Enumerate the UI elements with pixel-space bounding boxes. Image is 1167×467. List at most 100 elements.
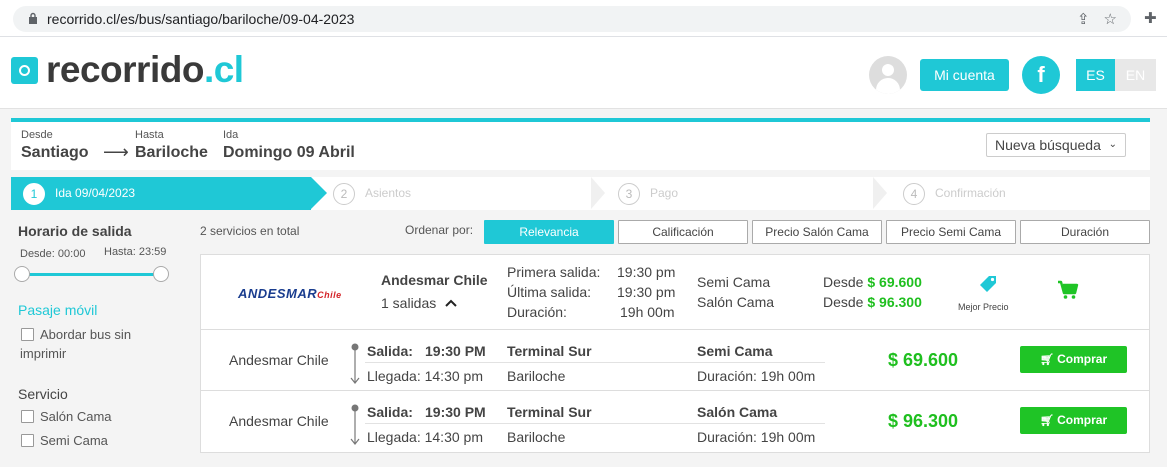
- url-text: recorrido.cl/es/bus/santiago/bariloche/0…: [47, 11, 355, 27]
- trip-duration: Duración: 19h 00m: [697, 429, 816, 445]
- departures-toggle[interactable]: 1 salidas: [381, 295, 457, 313]
- step-separator: [873, 177, 887, 209]
- destination: Bariloche: [507, 429, 566, 445]
- buy-label: Comprar: [1057, 413, 1108, 427]
- first-departure-label: Primera salida:: [507, 264, 601, 280]
- first-departure-value: 19:30 pm: [617, 264, 676, 280]
- step-number: 3: [618, 182, 640, 205]
- origin-terminal: Terminal Sur: [507, 343, 592, 359]
- departure-time-title: Horario de salida: [18, 223, 132, 239]
- sort-rating-button[interactable]: Calificación: [618, 220, 748, 244]
- last-departure-value: 19:30 pm: [617, 284, 676, 300]
- class-salon-cama: Salón Cama: [697, 294, 775, 310]
- duration-value: 19h 00m: [620, 304, 675, 320]
- salon-cama-label: Salón Cama: [40, 409, 112, 424]
- star-icon[interactable]: ☆: [1104, 10, 1117, 28]
- to-value: Bariloche: [135, 144, 208, 161]
- step-label: Asientos: [365, 186, 412, 200]
- logo-tld: .cl: [203, 49, 244, 90]
- from-value: Santiago: [21, 144, 89, 161]
- step-2: 2 Asientos: [333, 177, 411, 210]
- buy-button[interactable]: 🛒︎ Comprar: [1020, 407, 1127, 434]
- step-label: Ida 09/04/2023: [55, 186, 136, 200]
- from-label: Desde: [21, 129, 53, 141]
- step-number: 1: [23, 182, 45, 205]
- date-label: Ida: [223, 129, 239, 141]
- mobile-ticket-checkbox[interactable]: [21, 328, 34, 341]
- step-3: 3 Pago: [618, 177, 678, 210]
- from-prefix: Desde: [823, 294, 864, 310]
- arrive-text: Llegada: 14:30 pm: [367, 368, 483, 384]
- row-divider: [201, 390, 1149, 391]
- browser-toolbar: recorrido.cl/es/bus/santiago/bariloche/0…: [0, 0, 1167, 37]
- step-4: 4 Confirmación: [903, 177, 1006, 210]
- site-logo[interactable]: recorrido.cl: [46, 49, 244, 91]
- arrow-right-icon: ⟶: [103, 142, 129, 162]
- avatar[interactable]: [869, 56, 907, 94]
- logo-main: recorrido: [46, 49, 204, 90]
- time-slider-max-handle[interactable]: [153, 266, 169, 282]
- duration-label: Duración:: [507, 304, 567, 320]
- origin-terminal: Terminal Sur: [507, 404, 592, 420]
- my-account-button[interactable]: Mi cuenta: [920, 59, 1009, 91]
- sort-relevance-button[interactable]: Relevancia: [484, 220, 614, 244]
- depart-time: 19:30 PM: [425, 343, 486, 359]
- price-tag-icon: [980, 276, 996, 292]
- mobile-ticket-title: Pasaje móvil: [18, 302, 98, 318]
- price-semi-cama: $ 69.600: [867, 274, 922, 290]
- trip-price: $ 69.600: [888, 350, 959, 370]
- new-search-select[interactable]: Nueva búsqueda ⌄: [986, 133, 1126, 157]
- time-to-label: Hasta: 23:59: [104, 246, 167, 258]
- trip-company: Andesmar Chile: [229, 413, 329, 429]
- buy-label: Comprar: [1057, 352, 1108, 366]
- company-logo-text: ANDESMAR: [238, 286, 318, 301]
- sort-duration-button[interactable]: Duración: [1020, 220, 1150, 244]
- company-logo-suffix: Chile: [317, 290, 342, 300]
- facebook-icon[interactable]: f: [1022, 56, 1060, 94]
- depart-label: Salida:: [367, 343, 413, 359]
- semi-cama-checkbox[interactable]: [21, 434, 34, 447]
- results-panel: ANDESMARChile Andesmar Chile 1 salidas P…: [200, 254, 1150, 453]
- timeline-icon: [350, 343, 360, 384]
- new-search-label: Nueva búsqueda: [995, 137, 1101, 153]
- cart-icon: 🛒︎: [1039, 354, 1054, 366]
- destination: Bariloche: [507, 368, 566, 384]
- departures-count: 1 salidas: [381, 295, 437, 311]
- time-slider-min-handle[interactable]: [14, 266, 30, 282]
- buy-button[interactable]: 🛒︎ Comprar: [1020, 346, 1127, 373]
- logo-icon[interactable]: [11, 57, 38, 84]
- depart-label: Salida:: [367, 404, 413, 420]
- step-label: Confirmación: [935, 186, 1006, 200]
- mobile-ticket-label-line1: Abordar bus sin: [40, 327, 132, 342]
- share-icon[interactable]: ⇪: [1077, 10, 1090, 28]
- step-number: 4: [903, 182, 925, 205]
- chevron-down-icon: ⌄: [1108, 139, 1117, 150]
- search-summary: Desde Santiago ⟶ Hasta Bariloche Ida Dom…: [11, 118, 1150, 170]
- sub-divider: [365, 362, 825, 363]
- class-semi-cama: Semi Cama: [697, 274, 771, 290]
- address-bar[interactable]: recorrido.cl/es/bus/santiago/bariloche/0…: [13, 6, 1131, 32]
- step-label: Pago: [650, 186, 679, 200]
- company-logo: ANDESMARChile: [238, 286, 342, 301]
- cart-icon[interactable]: [1057, 280, 1079, 300]
- trip-company: Andesmar Chile: [229, 352, 329, 368]
- extensions-icon[interactable]: ✚: [1144, 9, 1157, 27]
- chevron-up-icon: [445, 299, 457, 307]
- seat-class: Semi Cama: [697, 343, 773, 359]
- cart-icon: 🛒︎: [1039, 415, 1054, 427]
- last-departure-label: Última salida:: [507, 284, 592, 300]
- trip-price: $ 96.300: [888, 411, 959, 431]
- lang-es-button[interactable]: ES: [1076, 59, 1115, 91]
- depart-time: 19:30 PM: [425, 404, 486, 420]
- lang-en-button[interactable]: EN: [1115, 59, 1156, 91]
- date-value: Domingo 09 Abril: [223, 144, 355, 161]
- row-divider: [201, 329, 1149, 330]
- trip-duration: Duración: 19h 00m: [697, 368, 816, 384]
- sort-semi-cama-price-button[interactable]: Precio Semi Cama: [886, 220, 1016, 244]
- service-title: Servicio: [18, 386, 68, 402]
- sub-divider: [365, 423, 825, 424]
- progress-steps: 1 Ida 09/04/2023 2 Asientos 3 Pago 4 Confirm…: [11, 177, 1150, 210]
- salon-cama-checkbox[interactable]: [21, 410, 34, 423]
- semi-cama-label: Semi Cama: [40, 433, 108, 448]
- sort-salon-cama-price-button[interactable]: Precio Salón Cama: [752, 220, 882, 244]
